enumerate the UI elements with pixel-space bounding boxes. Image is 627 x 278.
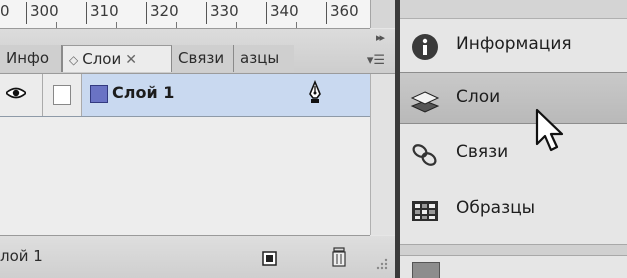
tab-links-label: Связи [178, 49, 225, 67]
lock-toggle[interactable] [43, 74, 82, 116]
eye-icon [6, 87, 26, 99]
panel-item-layers-label: Слои [456, 87, 501, 107]
swatches-icon [412, 201, 438, 221]
layer-name[interactable]: Слой 1 [112, 83, 174, 102]
tab-diamond-icon: ◇ [69, 53, 79, 67]
ruler-tick: 300 [26, 2, 59, 24]
info-icon [412, 34, 438, 60]
panel-menu-icon[interactable]: ▾☰ [365, 51, 387, 71]
layer-color-swatch [90, 85, 108, 103]
tab-links[interactable]: Связи [172, 45, 234, 72]
links-icon [412, 144, 437, 166]
layers-panel: 0 300 310 320 330 340 360 Инфо ◇ Слои ✕ Св… [0, 0, 396, 278]
ruler-tick: 310 [86, 2, 119, 24]
ruler-tick: 340 [266, 2, 299, 24]
ruler-corner [370, 0, 396, 28]
panel-item-layers[interactable]: Слои [400, 72, 627, 124]
panel-item-links-label: Связи [456, 142, 509, 162]
tab-layers[interactable]: ◇ Слои ✕ [62, 45, 172, 72]
layers-icon [410, 91, 440, 113]
panel-item-info-label: Информация [456, 34, 572, 54]
lock-checkbox [53, 85, 71, 105]
ruler-tick: 0 [0, 2, 10, 24]
visibility-toggle[interactable] [0, 74, 43, 116]
trash-icon[interactable] [330, 244, 348, 268]
screenshot-canvas: 0 300 310 320 330 340 360 Инфо ◇ Слои ✕ Св… [0, 0, 627, 278]
current-layer-label: лой 1 [0, 247, 43, 265]
panel-icon-list: Информация Слои Связи Образцы [400, 0, 627, 278]
panel-list-header [400, 0, 627, 19]
tab-info[interactable]: Инфо [0, 45, 62, 72]
panel-list-separator [400, 244, 627, 256]
new-layer-icon[interactable] [262, 250, 278, 266]
ruler-tick: 330 [206, 2, 239, 24]
tab-info-label: Инфо [6, 49, 50, 67]
panel-item-links[interactable]: Связи [400, 128, 627, 180]
ruler-tick: 320 [146, 2, 179, 24]
tab-swatches[interactable]: азцы [234, 45, 294, 72]
resize-grip-icon[interactable] [372, 256, 390, 274]
close-icon[interactable]: ✕ [125, 52, 137, 68]
panel-item-swatches[interactable]: Образцы [400, 184, 627, 236]
panel-item-info[interactable]: Информация [400, 20, 627, 72]
tab-swatches-label: азцы [240, 49, 280, 67]
ruler-tick: 360 [326, 2, 359, 24]
layer-row[interactable]: Слой 1 [0, 74, 370, 117]
panel-footer: лой 1 [0, 236, 395, 278]
pen-icon [309, 80, 321, 103]
tab-layers-label: Слои [82, 50, 122, 68]
mouse-pointer-icon [535, 108, 564, 152]
collapse-panel-icon[interactable]: ▸▸ [376, 31, 385, 44]
panel-item-swatches-label: Образцы [456, 198, 536, 218]
partial-panel-icon[interactable] [412, 262, 440, 278]
layers-scrollbar[interactable] [370, 74, 396, 235]
horizontal-ruler: 0 300 310 320 330 340 360 [0, 0, 370, 29]
layers-list-area [0, 117, 370, 236]
panel-tab-bar: Инфо ◇ Слои ✕ Связи азцы ▸▸ ▾☰ [0, 29, 395, 74]
